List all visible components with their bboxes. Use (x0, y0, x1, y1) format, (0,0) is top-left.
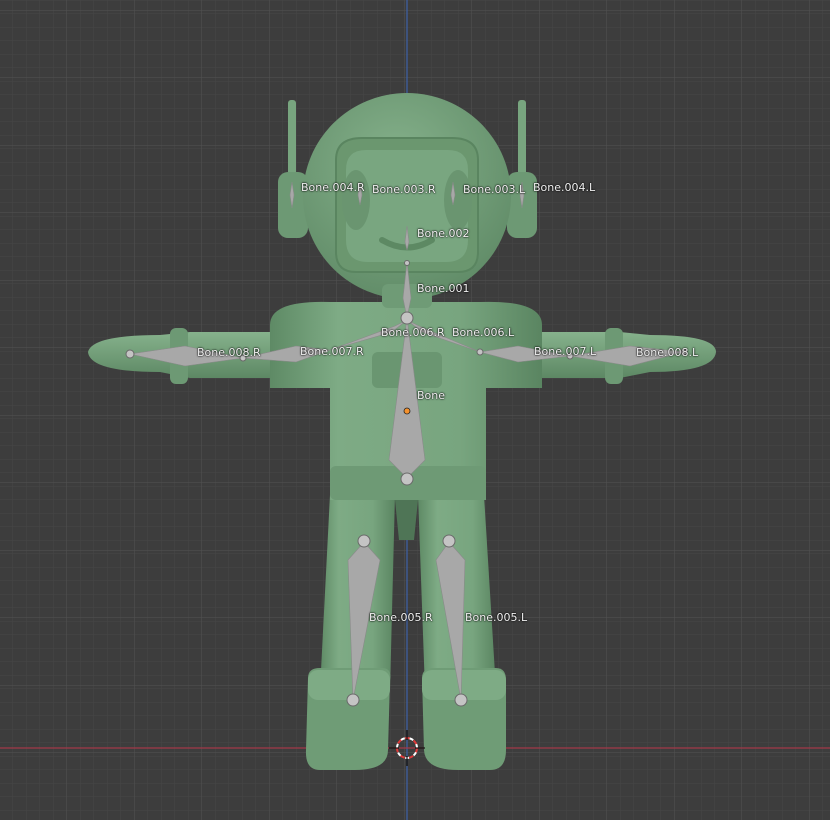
bone-label-008-l: Bone.008.L (636, 346, 699, 359)
bone-label-spine: Bone (417, 389, 446, 402)
bone-label-002: Bone.002 (417, 227, 470, 240)
bone-label-005-r: Bone.005.R (369, 611, 433, 624)
bone-label-003-r: Bone.003.R (372, 183, 436, 196)
bone-label-008-r: Bone.008.R (197, 346, 261, 359)
right-eye (342, 170, 370, 230)
3d-viewport[interactable]: Bone.004.R Bone.003.R Bone.003.L Bone.00… (0, 0, 830, 820)
bone-label-001: Bone.001 (417, 282, 470, 295)
bone-label-007-r: Bone.007.R (300, 345, 364, 358)
bone-label-005-l: Bone.005.L (465, 611, 528, 624)
bone-label-006-r: Bone.006.R (381, 326, 445, 339)
viewport-scene[interactable] (0, 0, 830, 820)
bone-label-006-l: Bone.006.L (452, 326, 515, 339)
object-origin-icon[interactable] (403, 407, 411, 415)
crotch-shadow (395, 500, 418, 540)
bone-label-003-l: Bone.003.L (463, 183, 526, 196)
left-eye (444, 170, 472, 230)
bone-label-007-l: Bone.007.L (534, 345, 597, 358)
bone-label-004-r: Bone.004.R (301, 181, 365, 194)
bone-label-004-l: Bone.004.L (533, 181, 596, 194)
